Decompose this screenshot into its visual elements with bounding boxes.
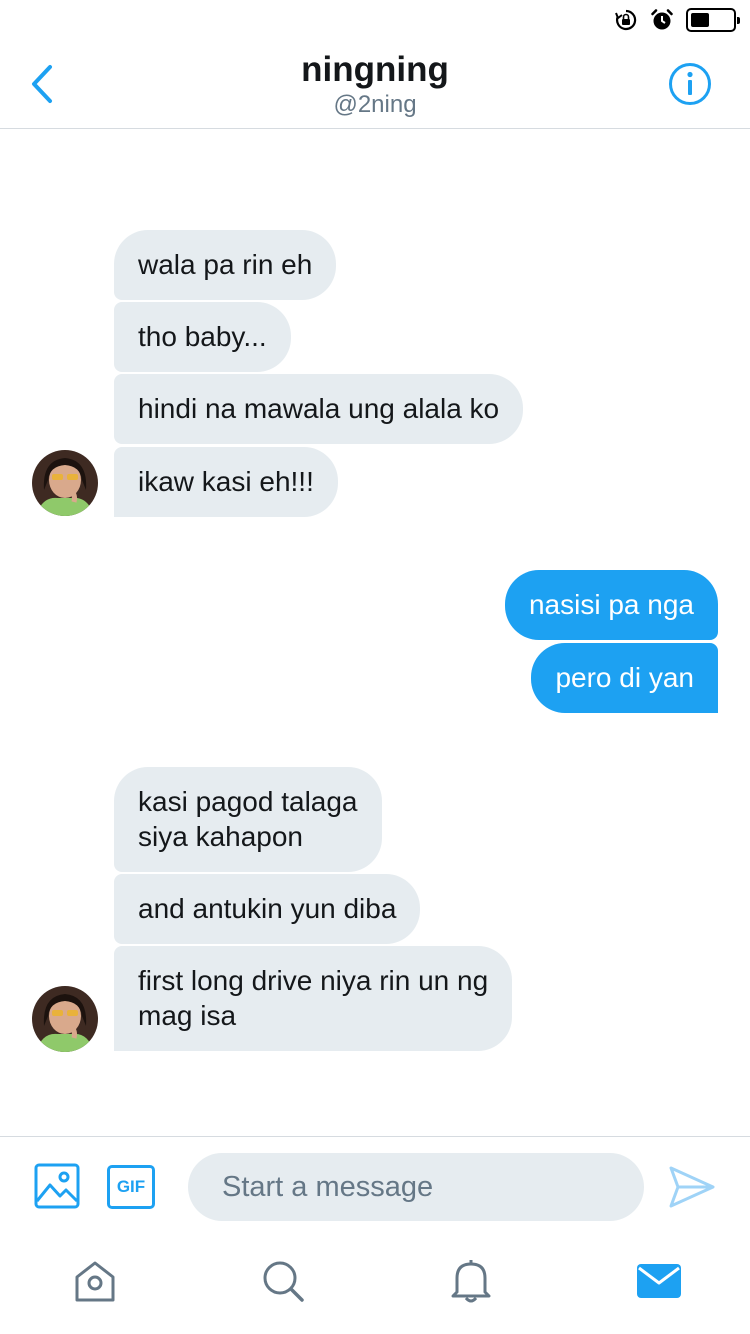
status-icons — [614, 8, 740, 32]
contact-handle: @2ning — [333, 91, 417, 118]
search-icon — [263, 1261, 304, 1302]
avatar[interactable] — [32, 450, 98, 516]
battery-fill — [691, 13, 709, 27]
tab-home[interactable] — [70, 1256, 120, 1306]
message-bubble-incoming[interactable]: ikaw kasi eh!!! — [114, 447, 338, 517]
message-bubble-incoming[interactable]: wala pa rin eh — [114, 230, 337, 300]
message-bubble-incoming[interactable]: first long drive niya rin un ng mag isa — [114, 946, 513, 1051]
title-block[interactable]: ningning @2ning — [0, 50, 750, 120]
message-bubble-incoming[interactable]: kasi pagod talaga siya kahapon — [114, 767, 382, 872]
avatar[interactable] — [32, 986, 98, 1052]
tab-bar — [0, 1236, 750, 1334]
gif-button[interactable]: GIF — [107, 1165, 155, 1209]
orientation-lock-icon — [615, 9, 637, 31]
alarm-icon — [651, 9, 673, 30]
info-icon[interactable] — [668, 62, 712, 106]
image-icon[interactable] — [34, 1163, 80, 1209]
avatar-photo — [32, 986, 98, 1052]
message-list[interactable]: wala pa rin eh tho baby... hindi na mawa… — [0, 130, 750, 1135]
send-icon[interactable] — [668, 1165, 716, 1209]
message-bubble-incoming[interactable]: tho baby... — [114, 302, 291, 372]
message-bubble-outgoing[interactable]: nasisi pa nga — [504, 570, 718, 640]
battery-icon — [686, 8, 740, 32]
message-bubble-incoming[interactable]: hindi na mawala ung alala ko — [114, 374, 524, 444]
message-input[interactable] — [188, 1153, 644, 1221]
home-icon — [75, 1261, 115, 1302]
notifications-icon — [451, 1260, 491, 1303]
conversation-header: ningning @2ning — [0, 40, 750, 129]
message-composer: GIF — [0, 1136, 750, 1236]
message-bubble-outgoing[interactable]: pero di yan — [531, 643, 718, 713]
avatar-photo — [32, 450, 98, 516]
gif-label: GIF — [116, 1177, 146, 1196]
status-bar — [0, 0, 750, 40]
messages-icon — [637, 1264, 681, 1298]
tab-search[interactable] — [258, 1256, 308, 1306]
contact-name: ningning — [301, 50, 449, 89]
tab-notifications[interactable] — [446, 1256, 496, 1306]
message-bubble-incoming[interactable]: and antukin yun diba — [114, 874, 421, 944]
tab-messages[interactable] — [634, 1256, 684, 1306]
